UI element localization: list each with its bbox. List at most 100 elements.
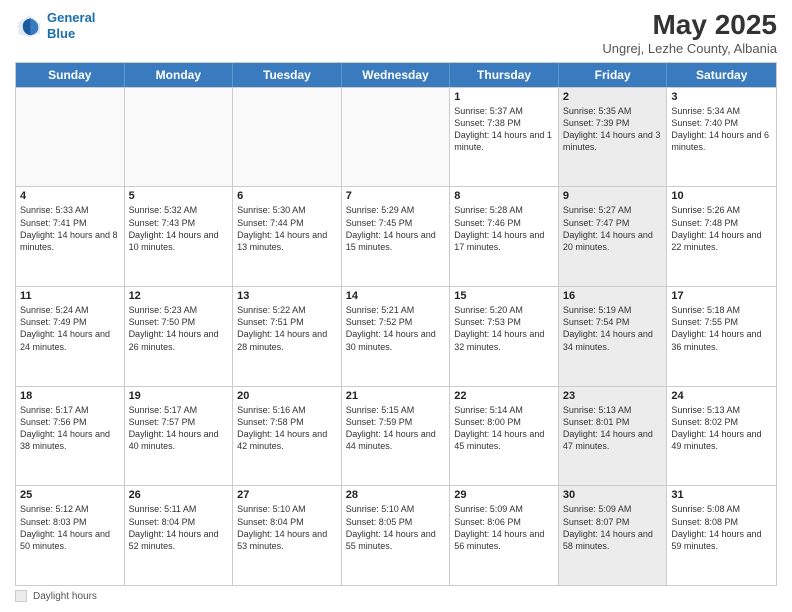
day-number-8: 8 [454,190,554,202]
day-info-2: Sunrise: 5:35 AM Sunset: 7:39 PM Dayligh… [563,105,663,154]
day-cell-19: 19 Sunrise: 5:17 AM Sunset: 7:57 PM Dayli… [125,387,234,486]
calendar-header: SundayMondayTuesdayWednesdayThursdayFrid… [16,63,776,87]
day-number-29: 29 [454,489,554,501]
day-cell-14: 14 Sunrise: 5:21 AM Sunset: 7:52 PM Dayli… [342,287,451,386]
day-number-5: 5 [129,190,229,202]
day-info-21: Sunrise: 5:15 AM Sunset: 7:59 PM Dayligh… [346,404,446,453]
day-cell-2: 2 Sunrise: 5:35 AM Sunset: 7:39 PM Daylig… [559,88,668,187]
day-number-28: 28 [346,489,446,501]
logo-line1: General [47,10,95,25]
day-cell-17: 17Sunrise: 5:18 AM Sunset: 7:55 PM Dayli… [667,287,776,386]
day-number-27: 27 [237,489,337,501]
day-info-7: Sunrise: 5:29 AM Sunset: 7:45 PM Dayligh… [346,204,446,253]
day-info-24: Sunrise: 5:13 AM Sunset: 8:02 PM Dayligh… [671,404,772,453]
calendar-row-2: 4Sunrise: 5:33 AM Sunset: 7:41 PM Daylig… [16,186,776,286]
day-cell-13: 13Sunrise: 5:22 AM Sunset: 7:51 PM Dayli… [233,287,342,386]
day-cell-6: 6 Sunrise: 5:30 AM Sunset: 7:44 PM Daylig… [233,187,342,286]
empty-cell [125,88,234,187]
day-number-7: 7 [346,190,446,202]
day-info-20: Sunrise: 5:16 AM Sunset: 7:58 PM Dayligh… [237,404,337,453]
day-info-26: Sunrise: 5:11 AM Sunset: 8:04 PM Dayligh… [129,503,229,552]
day-number-4: 4 [20,190,120,202]
day-number-31: 31 [671,489,772,501]
day-cell-21: 21 Sunrise: 5:15 AM Sunset: 7:59 PM Dayli… [342,387,451,486]
day-info-25: Sunrise: 5:12 AM Sunset: 8:03 PM Dayligh… [20,503,120,552]
day-cell-28: 28 Sunrise: 5:10 AM Sunset: 8:05 PM Dayli… [342,486,451,585]
day-info-16: Sunrise: 5:19 AM Sunset: 7:54 PM Dayligh… [563,304,663,353]
legend-label: Daylight hours [33,591,97,602]
logo-icon [15,12,43,40]
day-number-1: 1 [454,91,554,103]
day-number-12: 12 [129,290,229,302]
day-number-25: 25 [20,489,120,501]
logo-line2: Blue [47,26,75,41]
header-day-sunday: Sunday [16,63,125,87]
day-info-27: Sunrise: 5:10 AM Sunset: 8:04 PM Dayligh… [237,503,337,552]
day-number-19: 19 [129,390,229,402]
day-number-17: 17 [671,290,772,302]
empty-cell [233,88,342,187]
day-number-2: 2 [563,91,663,103]
calendar-row-3: 11 Sunrise: 5:24 AM Sunset: 7:49 PM Dayli… [16,286,776,386]
calendar: SundayMondayTuesdayWednesdayThursdayFrid… [15,62,777,586]
calendar-row-4: 18Sunrise: 5:17 AM Sunset: 7:56 PM Dayli… [16,386,776,486]
day-info-23: Sunrise: 5:13 AM Sunset: 8:01 PM Dayligh… [563,404,663,453]
day-number-11: 11 [20,290,120,302]
day-info-11: Sunrise: 5:24 AM Sunset: 7:49 PM Dayligh… [20,304,120,353]
day-cell-20: 20 Sunrise: 5:16 AM Sunset: 7:58 PM Dayli… [233,387,342,486]
day-info-5: Sunrise: 5:32 AM Sunset: 7:43 PM Dayligh… [129,204,229,253]
day-number-30: 30 [563,489,663,501]
day-info-3: Sunrise: 5:34 AM Sunset: 7:40 PM Dayligh… [671,105,772,154]
day-info-28: Sunrise: 5:10 AM Sunset: 8:05 PM Dayligh… [346,503,446,552]
day-cell-23: 23 Sunrise: 5:13 AM Sunset: 8:01 PM Dayli… [559,387,668,486]
day-number-21: 21 [346,390,446,402]
day-cell-3: 3 Sunrise: 5:34 AM Sunset: 7:40 PM Daylig… [667,88,776,187]
day-cell-9: 9Sunrise: 5:27 AM Sunset: 7:47 PM Daylig… [559,187,668,286]
calendar-body: 1 Sunrise: 5:37 AM Sunset: 7:38 PM Daylig… [16,87,776,585]
day-cell-12: 12 Sunrise: 5:23 AM Sunset: 7:50 PM Dayli… [125,287,234,386]
day-info-29: Sunrise: 5:09 AM Sunset: 8:06 PM Dayligh… [454,503,554,552]
day-cell-18: 18Sunrise: 5:17 AM Sunset: 7:56 PM Dayli… [16,387,125,486]
header-day-wednesday: Wednesday [342,63,451,87]
day-info-12: Sunrise: 5:23 AM Sunset: 7:50 PM Dayligh… [129,304,229,353]
day-info-14: Sunrise: 5:21 AM Sunset: 7:52 PM Dayligh… [346,304,446,353]
logo: General Blue [15,10,95,41]
day-number-14: 14 [346,290,446,302]
day-info-10: Sunrise: 5:26 AM Sunset: 7:48 PM Dayligh… [671,204,772,253]
day-info-19: Sunrise: 5:17 AM Sunset: 7:57 PM Dayligh… [129,404,229,453]
day-number-24: 24 [671,390,772,402]
day-number-13: 13 [237,290,337,302]
header: General Blue May 2025 Ungrej, Lezhe Coun… [15,10,777,56]
day-cell-1: 1 Sunrise: 5:37 AM Sunset: 7:38 PM Daylig… [450,88,559,187]
empty-cell [16,88,125,187]
header-day-thursday: Thursday [450,63,559,87]
day-cell-5: 5 Sunrise: 5:32 AM Sunset: 7:43 PM Daylig… [125,187,234,286]
day-cell-22: 22Sunrise: 5:14 AM Sunset: 8:00 PM Dayli… [450,387,559,486]
day-info-30: Sunrise: 5:09 AM Sunset: 8:07 PM Dayligh… [563,503,663,552]
footer: Daylight hours [15,590,777,602]
calendar-row-5: 25 Sunrise: 5:12 AM Sunset: 8:03 PM Dayli… [16,485,776,585]
day-info-6: Sunrise: 5:30 AM Sunset: 7:44 PM Dayligh… [237,204,337,253]
day-cell-7: 7 Sunrise: 5:29 AM Sunset: 7:45 PM Daylig… [342,187,451,286]
day-cell-31: 31Sunrise: 5:08 AM Sunset: 8:08 PM Dayli… [667,486,776,585]
header-day-monday: Monday [125,63,234,87]
day-cell-10: 10Sunrise: 5:26 AM Sunset: 7:48 PM Dayli… [667,187,776,286]
day-number-9: 9 [563,190,663,202]
day-cell-8: 8 Sunrise: 5:28 AM Sunset: 7:46 PM Daylig… [450,187,559,286]
day-cell-15: 15Sunrise: 5:20 AM Sunset: 7:53 PM Dayli… [450,287,559,386]
location: Ungrej, Lezhe County, Albania [602,41,777,56]
day-number-15: 15 [454,290,554,302]
empty-cell [342,88,451,187]
header-day-friday: Friday [559,63,668,87]
day-info-22: Sunrise: 5:14 AM Sunset: 8:00 PM Dayligh… [454,404,554,453]
header-day-saturday: Saturday [667,63,776,87]
day-number-6: 6 [237,190,337,202]
day-info-1: Sunrise: 5:37 AM Sunset: 7:38 PM Dayligh… [454,105,554,154]
day-cell-11: 11 Sunrise: 5:24 AM Sunset: 7:49 PM Dayli… [16,287,125,386]
day-number-3: 3 [671,91,772,103]
day-cell-30: 30 Sunrise: 5:09 AM Sunset: 8:07 PM Dayli… [559,486,668,585]
day-info-8: Sunrise: 5:28 AM Sunset: 7:46 PM Dayligh… [454,204,554,253]
logo-text: General Blue [47,10,95,41]
day-number-23: 23 [563,390,663,402]
day-number-20: 20 [237,390,337,402]
